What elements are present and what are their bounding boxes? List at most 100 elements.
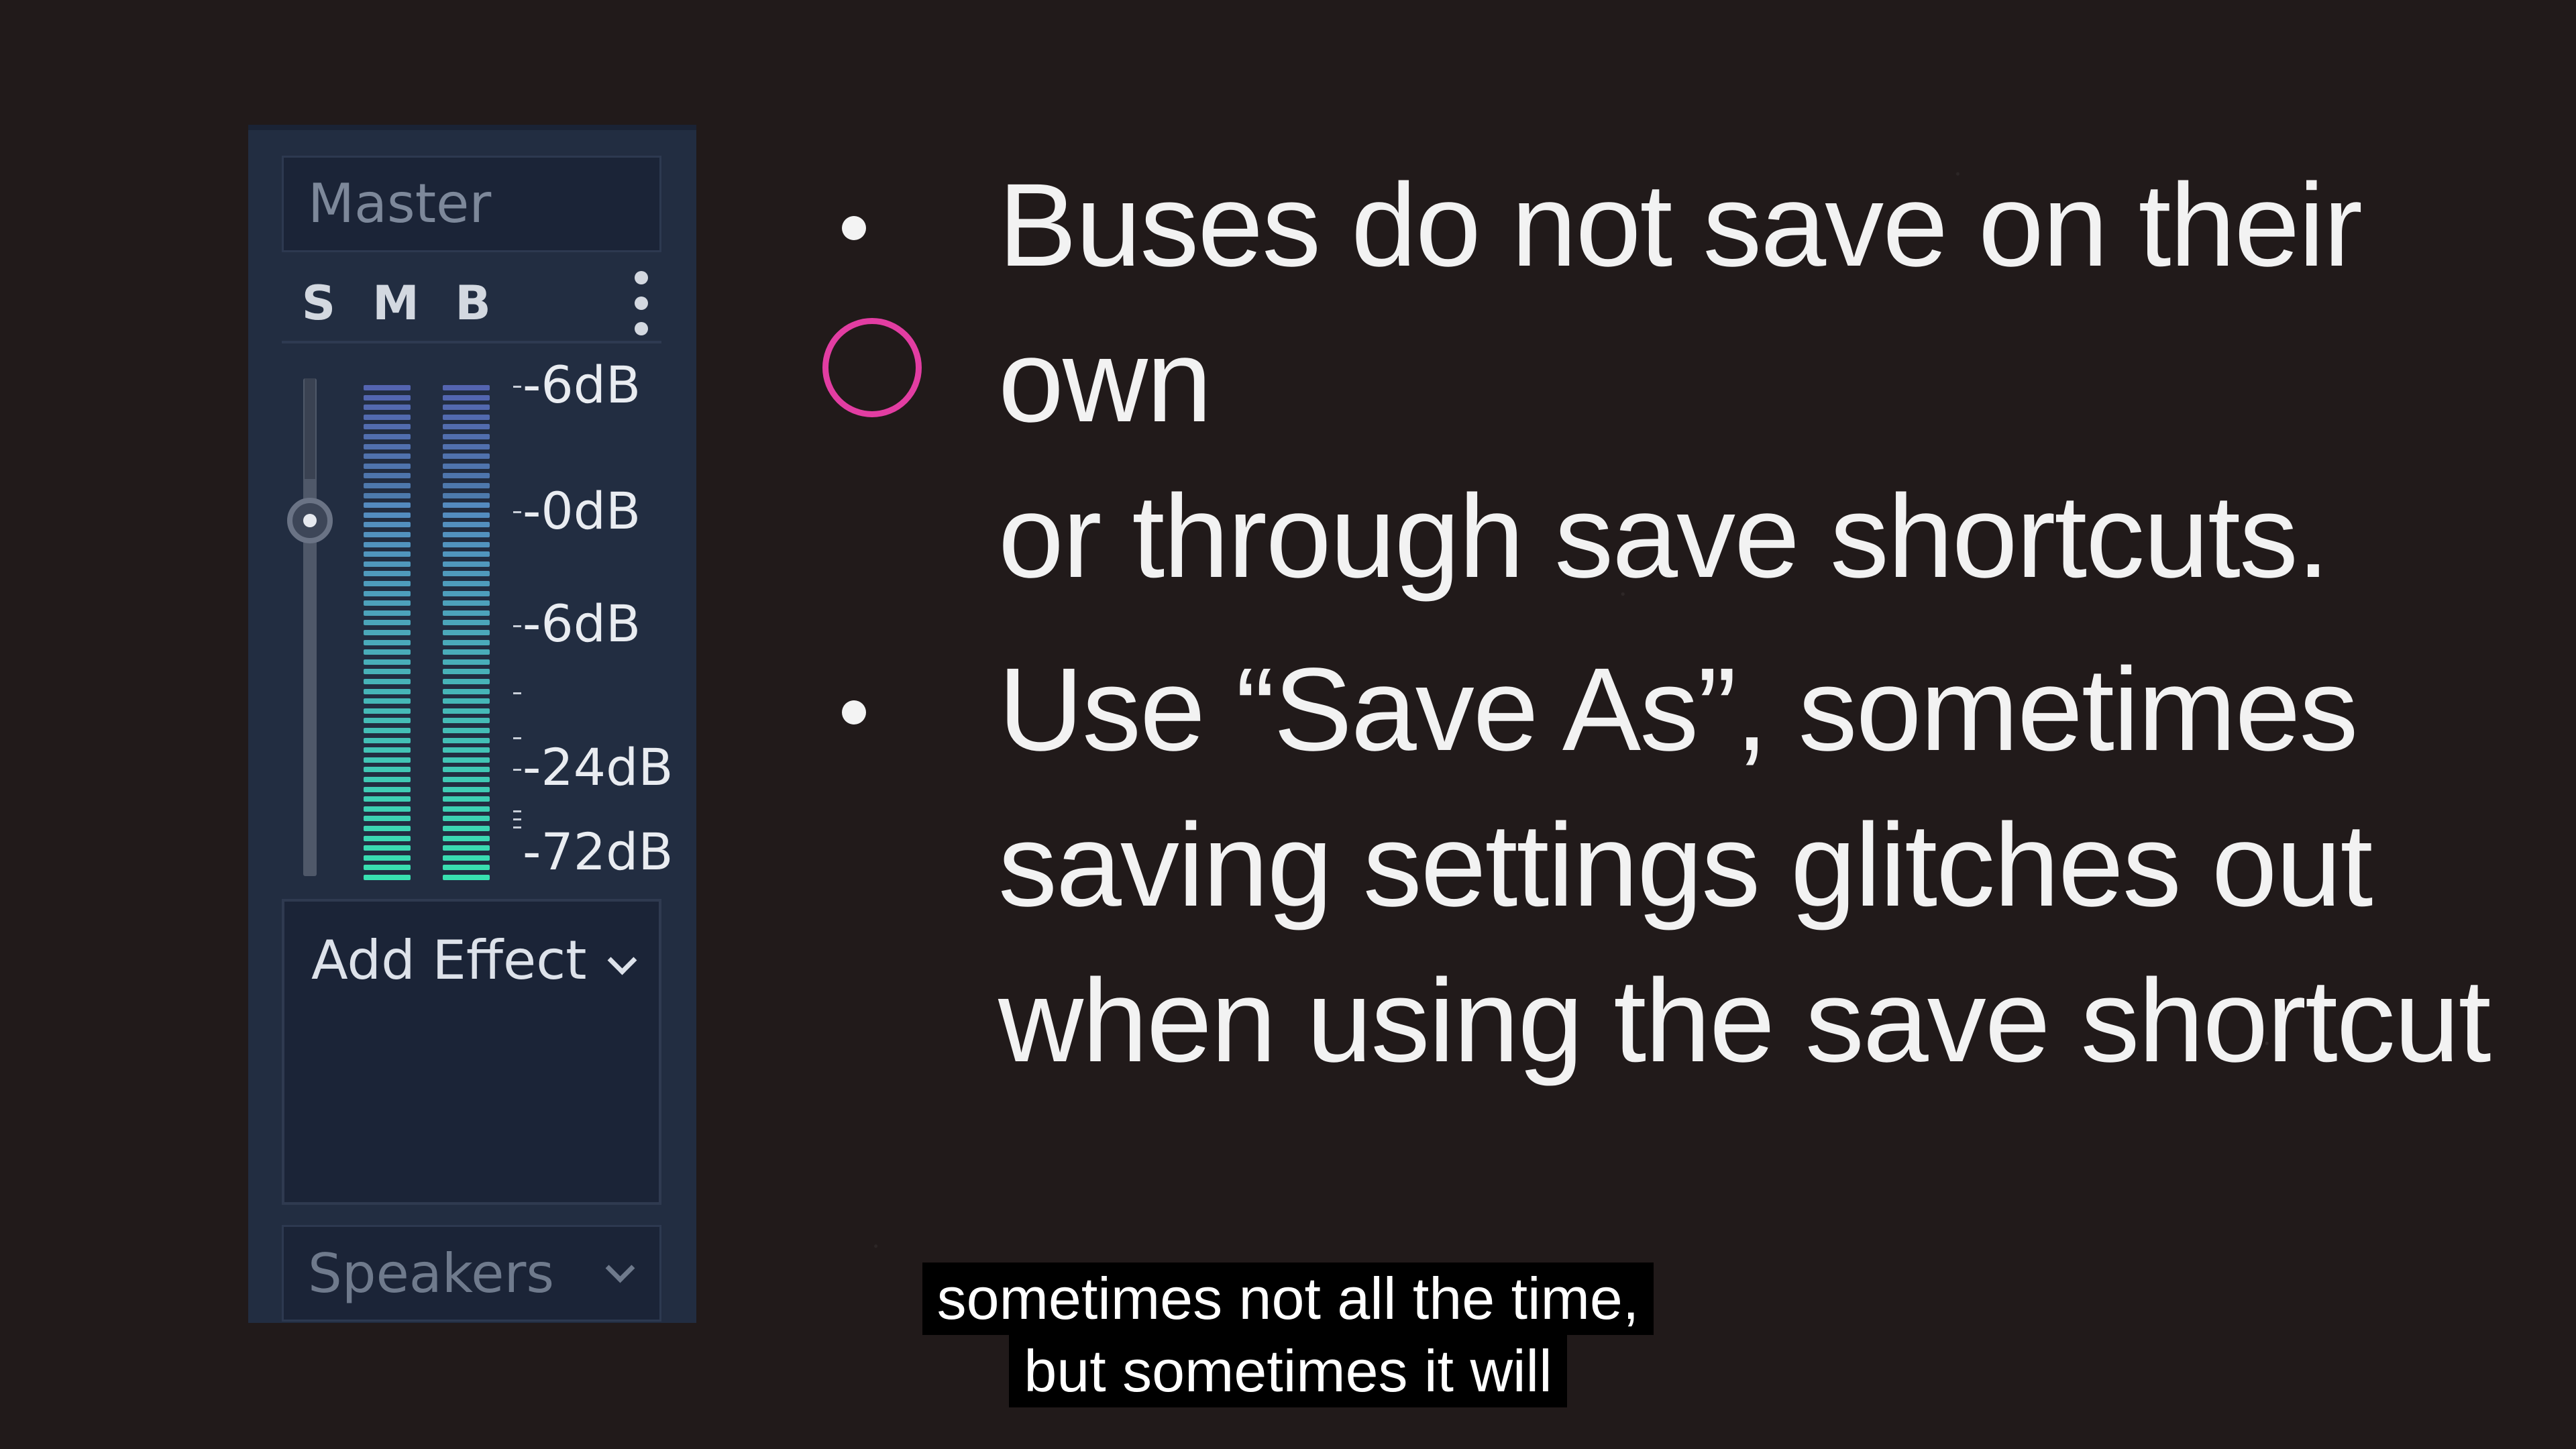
meter-segment: [364, 395, 411, 400]
meter-segment: [364, 875, 411, 880]
meter-segment: [443, 581, 490, 586]
bypass-button[interactable]: B: [436, 270, 510, 337]
meter-segment: [443, 875, 490, 880]
meter-segment: [443, 542, 490, 547]
meter-segment: [364, 385, 411, 390]
meter-segment: [443, 600, 490, 606]
meter-segment: [364, 581, 411, 586]
meter-segment: [443, 513, 490, 518]
bullet-text-2: Use “Save As”, sometimes saving settings…: [998, 644, 2491, 1087]
bullet-icon: [842, 700, 866, 724]
meter-segment: [364, 542, 411, 547]
meter-segment: [443, 865, 490, 870]
meter-segment: [443, 855, 490, 861]
meter-segment: [364, 659, 411, 665]
db-label: -6dB: [523, 355, 641, 415]
meter-segment: [443, 630, 490, 635]
meter-segment: [364, 777, 411, 782]
meter-segment: [364, 698, 411, 704]
add-effect-label: Add Effect: [311, 929, 587, 991]
meter-segment: [364, 728, 411, 733]
meter-segment: [443, 767, 490, 772]
db-label: -0dB: [523, 481, 641, 541]
meter-segment: [364, 679, 411, 684]
meter-segment: [443, 659, 490, 665]
db-label: -6dB: [523, 594, 641, 653]
chevron-down-icon[interactable]: [607, 945, 637, 975]
meter-segment: [364, 689, 411, 694]
meter-segment: [443, 640, 490, 645]
meter-segment: [364, 757, 411, 763]
meter-segment: [364, 483, 411, 488]
subtitle-line-1: sometimes not all the time,: [922, 1263, 1654, 1335]
meter-segment: [443, 826, 490, 831]
db-tick: [513, 737, 521, 739]
db-tick: [513, 818, 521, 820]
meter-segment: [364, 502, 411, 508]
meter-segment: [443, 816, 490, 821]
meter-segment: [364, 787, 411, 792]
meter-segment: [443, 836, 490, 841]
meter-segment: [364, 630, 411, 635]
db-label: -72dB: [523, 822, 674, 881]
meter-segment: [364, 738, 411, 743]
meter-segment: [443, 591, 490, 596]
meter-segment: [364, 464, 411, 469]
meter-segment: [364, 415, 411, 420]
solo-button[interactable]: S: [282, 270, 356, 337]
db-tick: [513, 810, 521, 812]
effects-list[interactable]: Add Effect: [282, 899, 661, 1205]
meter-segment: [443, 444, 490, 449]
meter-segment: [364, 561, 411, 567]
meter-segment: [364, 434, 411, 439]
meter-segment: [364, 845, 411, 851]
volume-slider-track[interactable]: [303, 378, 317, 876]
meter-segment: [443, 502, 490, 508]
meter-segment: [443, 620, 490, 625]
meter-segment: [364, 473, 411, 478]
db-tick: [513, 769, 521, 771]
meter-segment: [364, 747, 411, 753]
meter-segment: [443, 738, 490, 743]
meter-segment: [443, 551, 490, 557]
meter-segment: [443, 689, 490, 694]
meter-segment: [443, 796, 490, 802]
meter-segment: [364, 836, 411, 841]
subtitle-line-2: but sometimes it will: [1009, 1335, 1567, 1407]
meter-segment: [364, 444, 411, 449]
bullet-icon: [842, 216, 866, 240]
meter-segment: [364, 513, 411, 518]
meter-segment: [364, 571, 411, 576]
meter-segment: [443, 464, 490, 469]
meter-segment: [364, 649, 411, 655]
db-tick: [513, 826, 521, 828]
cursor-highlight-icon: [822, 318, 922, 417]
meter-segment: [443, 669, 490, 674]
meter-segment: [364, 816, 411, 821]
meter-segment: [443, 708, 490, 714]
meter-segment: [443, 728, 490, 733]
meter-segment: [443, 532, 490, 537]
meter-segment: [443, 777, 490, 782]
meter-segment: [364, 610, 411, 616]
meter-segment: [364, 767, 411, 772]
audio-bus-panel: Master S M B -6dB -0dB -6dB -24dB -72dB …: [248, 125, 696, 1323]
meter-segment: [443, 787, 490, 792]
meter-segment: [443, 453, 490, 459]
meter-segment: [443, 698, 490, 704]
volume-slider-knob[interactable]: [287, 498, 333, 543]
meter-segment: [443, 415, 490, 420]
subtitles: sometimes not all the time, but sometime…: [0, 1263, 2576, 1407]
meter-segment: [364, 522, 411, 527]
meter-segment: [443, 610, 490, 616]
meter-segment: [364, 708, 411, 714]
meter-segment: [443, 718, 490, 723]
db-tick: [513, 386, 521, 388]
meter-segment: [443, 561, 490, 567]
add-effect-dropdown[interactable]: Add Effect: [311, 928, 587, 993]
db-tick: [513, 625, 521, 627]
mute-button[interactable]: M: [359, 270, 433, 337]
meter-segment: [364, 806, 411, 812]
db-tick: [513, 511, 521, 513]
meter-segment: [364, 669, 411, 674]
